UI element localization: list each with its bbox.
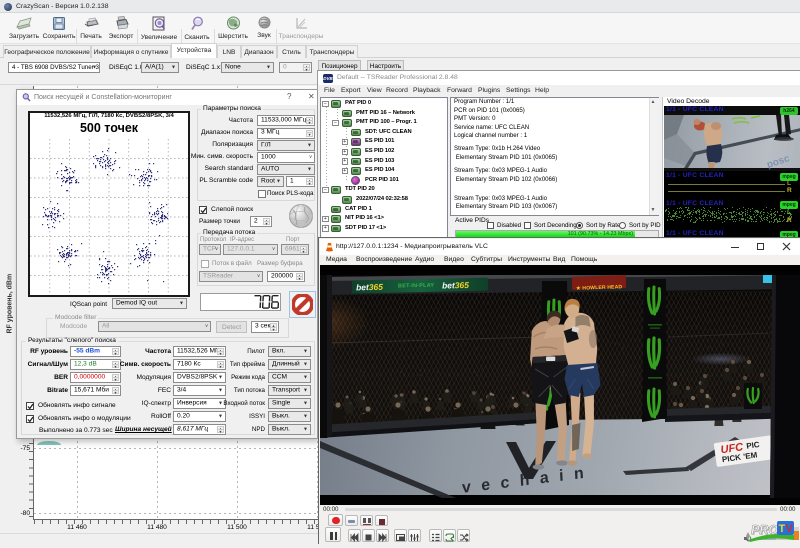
svg-text:PIC: PIC	[746, 440, 761, 451]
svg-text:PRO: PRO	[751, 523, 778, 537]
svg-text:posc: posc	[766, 153, 792, 171]
svg-text:T: T	[779, 523, 786, 535]
svg-text:V: V	[786, 523, 794, 535]
